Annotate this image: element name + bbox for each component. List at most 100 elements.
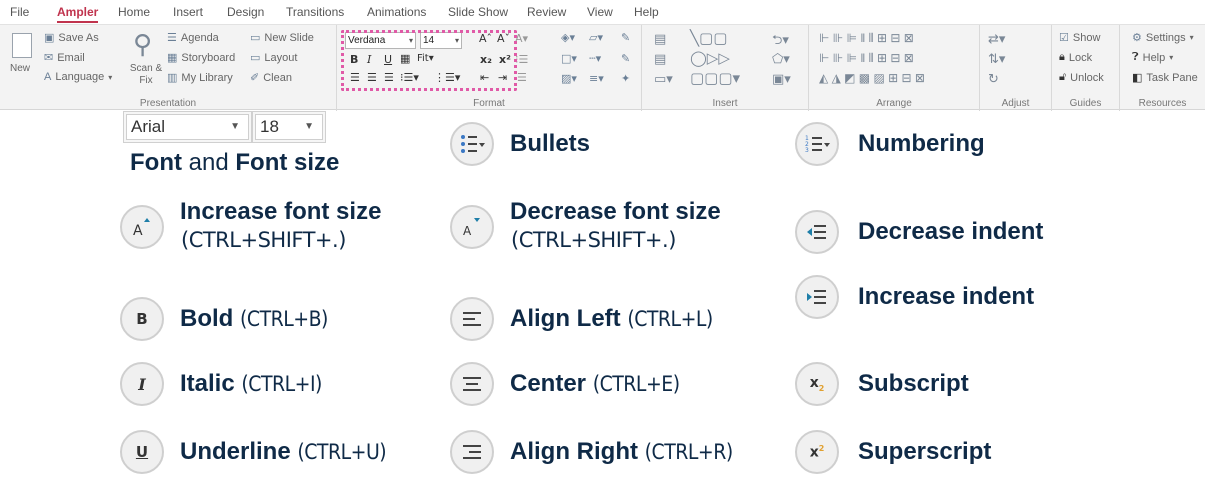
shape-icon[interactable]: □▾ (561, 52, 577, 65)
agenda-button[interactable]: ☰ Agenda (167, 31, 219, 45)
menu-design[interactable]: Design (227, 5, 264, 19)
storyboard-button[interactable]: ▦ Storyboard (167, 51, 236, 65)
group-guides: ☑ Show 🔒︎ Lock 🔓︎ Unlock Guides (1052, 25, 1120, 111)
new-slide-icon: ▭ (250, 32, 261, 44)
menu-home[interactable]: Home (118, 5, 150, 19)
menu-help[interactable]: Help (634, 5, 659, 19)
lock-button[interactable]: 🔒︎ Lock (1059, 51, 1092, 64)
copy-format-icon[interactable]: ✦ (621, 72, 630, 85)
center-label: Center (CTRL+E) (510, 370, 680, 398)
align-left-shortcut: (CTRL+L) (627, 307, 713, 331)
subscript-text: Subscript (858, 370, 969, 397)
font-select-value: Arial (131, 117, 166, 136)
task-pane-button[interactable]: ◧ Task Pane (1132, 71, 1198, 85)
language-button[interactable]: A Language ▾ (44, 71, 112, 83)
list-box-icon[interactable]: ▤ (654, 51, 666, 67)
my-library-button[interactable]: ▥ My Library (167, 71, 233, 85)
increase-font-text: Increase font size (180, 198, 382, 225)
align-row3-icon[interactable]: ◭ ◮ ◩ ▩ ▨ ⊞ ⊟ ⊠ (819, 71, 925, 85)
clean-button[interactable]: ✐ Clean (250, 71, 292, 85)
align-center-icon (450, 362, 494, 406)
bullet-list-icon[interactable]: ⁝☰ (515, 53, 528, 66)
callouts-icon[interactable]: ▢▢▢▾ (690, 69, 740, 87)
rotate-icon[interactable]: ↻ (988, 71, 999, 87)
textbox-icon[interactable]: ▤ (654, 31, 666, 47)
menu-transitions[interactable]: Transitions (286, 5, 344, 19)
menu-review[interactable]: Review (527, 5, 566, 19)
align-right-shortcut: (CTRL+R) (644, 440, 734, 464)
line-weight-icon[interactable]: ≡▾ (589, 72, 604, 85)
menu-animations[interactable]: Animations (367, 5, 426, 19)
lock-icon: 🔒︎ (1059, 51, 1065, 63)
decrease-indent-icon (795, 210, 839, 254)
line-spacing-icon[interactable]: ☰ (517, 71, 527, 84)
superscript-text: Superscript (858, 438, 992, 465)
fill-color-icon[interactable]: ◈▾ (561, 31, 575, 44)
email-icon: ✉ (44, 52, 54, 64)
email-button[interactable]: ✉ Email (44, 51, 85, 65)
layout-label: Layout (264, 51, 298, 64)
svg-text:A: A (133, 223, 143, 238)
menu-view[interactable]: View (587, 5, 613, 19)
scan-fix-button[interactable]: Scan & Fix (128, 63, 164, 87)
dash-style-icon[interactable]: ┄▾ (589, 52, 601, 65)
layout-button[interactable]: ▭ Layout (250, 51, 298, 65)
decrease-font-label: Decrease font size (510, 198, 721, 226)
menu-insert[interactable]: Insert (173, 5, 203, 19)
decrease-font-shortcut: (CTRL+SHIFT+.) (511, 228, 676, 252)
menu-file[interactable]: File (10, 5, 29, 19)
resize-width-icon[interactable]: ⇄▾ (988, 31, 1005, 47)
decrease-font-text: Decrease font size (510, 198, 721, 225)
ribbon: New ▣ Save As ✉ Email A Language ▾ ⚲ Scan & … (0, 24, 1205, 111)
center-text: Center (510, 370, 587, 397)
align-row1-icon[interactable]: ⊩ ⊪ ⊫ ‖ ⫴ ⊞ ⊟ ⊠ (819, 31, 914, 46)
guides-group-label: Guides (1069, 98, 1102, 109)
arrange-group-label: Arrange (876, 98, 912, 109)
font-caption-size: Font size (235, 149, 340, 176)
layout-icon: ▭ (250, 52, 261, 64)
app-root: File Ampler Home Insert Design Transitio… (0, 0, 1205, 494)
new-slide-button[interactable]: ▭ New Slide (250, 31, 314, 45)
eyedropper-icon[interactable]: ✎ (621, 52, 630, 65)
subscript-label: Subscript (858, 370, 969, 398)
gradient-icon[interactable]: ▨▾ (561, 72, 577, 85)
search-scan-icon: ⚲ (133, 29, 153, 59)
shape-change-icon[interactable]: ⬠▾ (772, 51, 790, 67)
date-icon[interactable]: ▭▾ (654, 71, 673, 87)
align-right-text: Align Right (510, 438, 638, 465)
size-select[interactable]: 18 ▼ (252, 111, 326, 143)
outline-color-icon[interactable]: ▱▾ (589, 31, 603, 44)
show-guides-button[interactable]: ☑ Show (1059, 31, 1101, 45)
chevron-down-icon: ▾ (1169, 53, 1174, 62)
menu-slide-show[interactable]: Slide Show (448, 5, 508, 19)
show-label: Show (1072, 31, 1101, 44)
connector-icon[interactable]: ⮌▾ (772, 31, 789, 53)
resources-group-label: Resources (1138, 98, 1187, 109)
subscript-icon: x2 (795, 362, 839, 406)
new-button[interactable]: New (10, 63, 30, 74)
shapes-row1-icon[interactable]: ╲▢▢ (690, 29, 727, 47)
storyboard-icon: ▦ (167, 52, 178, 64)
storyboard-label: Storyboard (181, 51, 236, 64)
help-button[interactable]: ❓︎ Help ▾ (1132, 51, 1173, 64)
font-select-box: Arial ▼ (126, 114, 249, 140)
save-as-button[interactable]: ▣ Save As (44, 31, 99, 45)
bullets-text: Bullets (510, 130, 591, 157)
bullets-icon (450, 122, 494, 166)
settings-button[interactable]: ⚙ Settings ▾ (1132, 31, 1194, 45)
shapes-row2-icon[interactable]: ◯▷▷ (690, 49, 730, 67)
group-insert: ▤ ▤ ▭▾ ╲▢▢ ◯▷▷ ▢▢▢▾ ⮌▾ ⬠▾ ▣▾ Insert (642, 25, 809, 111)
resize-height-icon[interactable]: ⇅▾ (988, 51, 1005, 67)
menu-ampler[interactable]: Ampler (57, 5, 99, 23)
format-painter-icon[interactable]: ✎ (621, 31, 630, 44)
email-label: Email (57, 51, 85, 64)
help-label: Help (1142, 51, 1166, 64)
decrease-indent-text: Decrease indent (858, 218, 1044, 245)
center-shortcut: (CTRL+E) (592, 372, 680, 396)
unlock-button[interactable]: 🔓︎ Unlock (1059, 71, 1104, 84)
insert-group-label: Insert (712, 98, 738, 109)
bold-label: Bold (CTRL+B) (180, 305, 328, 333)
align-row2-icon[interactable]: ⊩ ⊪ ⊫ ‖ ⫴ ⊞ ⊟ ⊠ (819, 51, 914, 66)
font-select[interactable]: Arial ▼ (123, 111, 252, 143)
icons-icon[interactable]: ▣▾ (772, 71, 791, 87)
